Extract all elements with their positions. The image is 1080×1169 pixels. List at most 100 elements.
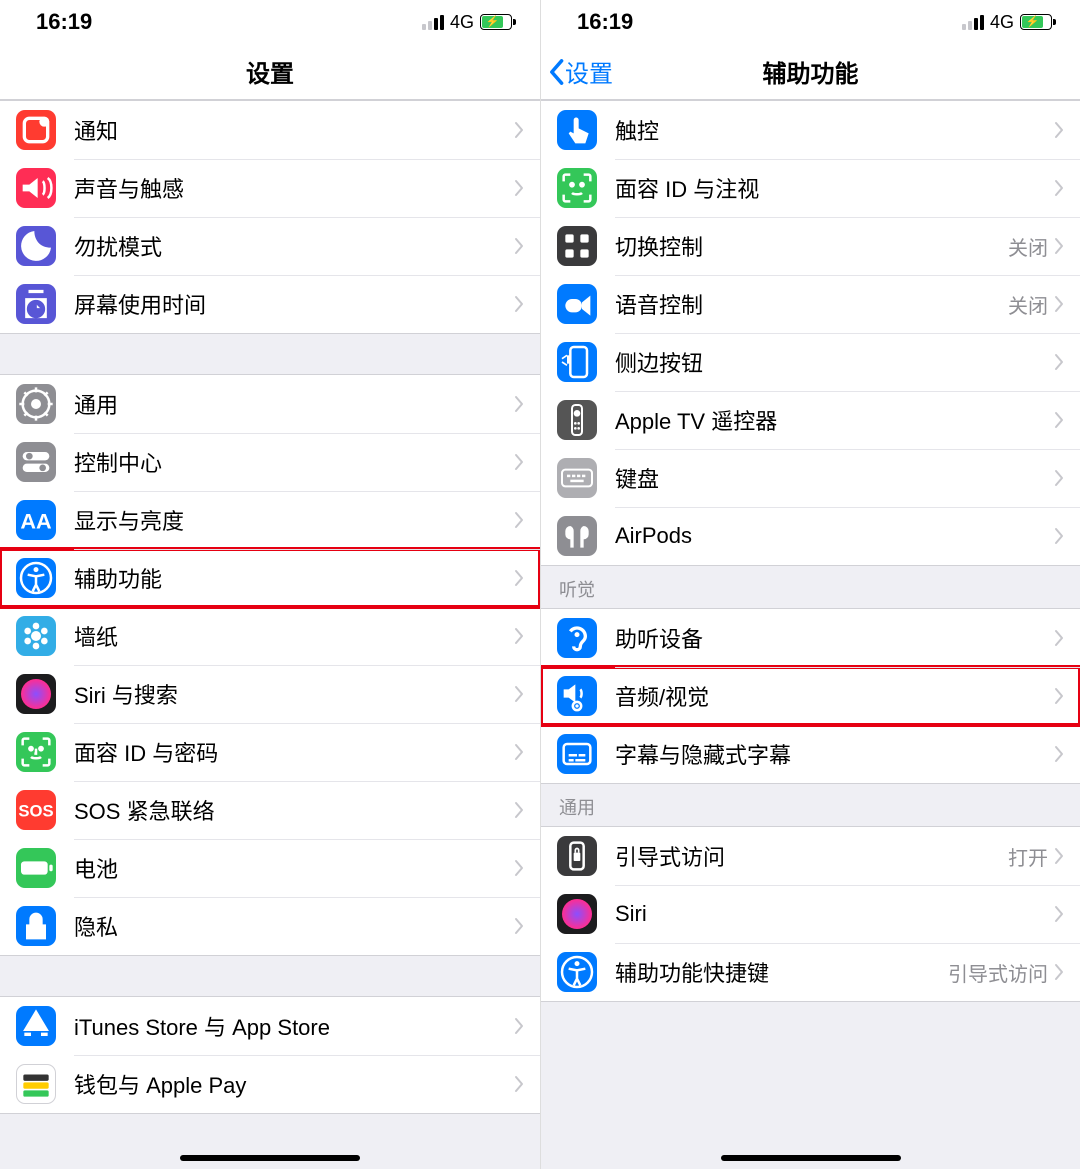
settings-row[interactable]: Apple TV 遥控器	[541, 391, 1080, 449]
row-label: 辅助功能	[74, 562, 514, 594]
settings-row[interactable]: 墙纸	[0, 607, 540, 665]
side-button-icon	[557, 342, 597, 382]
chevron-right-icon	[1054, 295, 1064, 313]
settings-row[interactable]: 面容 ID 与密码	[0, 723, 540, 781]
home-indicator[interactable]	[721, 1155, 901, 1161]
settings-row[interactable]: AirPods	[541, 507, 1080, 565]
group-header-general: 通用	[541, 784, 1080, 826]
apple-tv-remote-icon	[557, 400, 597, 440]
settings-row[interactable]: 控制中心	[0, 433, 540, 491]
row-label: iTunes Store 与 App Store	[74, 1010, 514, 1042]
row-label: 侧边按钮	[615, 346, 1054, 378]
network-label: 4G	[990, 12, 1014, 33]
switch-control-icon	[557, 226, 597, 266]
settings-row[interactable]: 通知	[0, 101, 540, 159]
settings-row[interactable]: Siri 与搜索	[0, 665, 540, 723]
settings-row[interactable]: Siri	[541, 885, 1080, 943]
row-label: 钱包与 Apple Pay	[74, 1068, 514, 1100]
status-time: 16:19	[577, 9, 633, 35]
privacy-icon	[16, 906, 56, 946]
row-label: 语音控制	[615, 288, 1008, 320]
battery-icon: ⚡	[480, 14, 512, 30]
settings-row[interactable]: SOSSOS 紧急联络	[0, 781, 540, 839]
settings-row[interactable]: AA 显示与亮度	[0, 491, 540, 549]
row-label: 屏幕使用时间	[74, 288, 514, 320]
settings-row[interactable]: 辅助功能	[0, 549, 540, 607]
row-label: 勿扰模式	[74, 230, 514, 262]
row-label: 声音与触感	[74, 172, 514, 204]
wallpaper-icon	[16, 616, 56, 656]
row-label: Siri	[615, 901, 1054, 927]
sounds-icon	[16, 168, 56, 208]
row-label: 隐私	[74, 910, 514, 942]
row-label: 字幕与隐藏式字幕	[615, 738, 1054, 770]
svg-text:SOS: SOS	[18, 802, 53, 821]
settings-row[interactable]: iTunes Store 与 App Store	[0, 997, 540, 1055]
row-label: 引导式访问	[615, 840, 1008, 872]
faceid-icon	[16, 732, 56, 772]
chevron-right-icon	[514, 569, 524, 587]
chevron-right-icon	[514, 453, 524, 471]
settings-row[interactable]: 字幕与隐藏式字幕	[541, 725, 1080, 783]
chevron-right-icon	[514, 1075, 524, 1093]
settings-row[interactable]: 隐私	[0, 897, 540, 955]
chevron-right-icon	[514, 1017, 524, 1035]
keyboard-icon	[557, 458, 597, 498]
settings-row[interactable]: 声音与触感	[0, 159, 540, 217]
chevron-right-icon	[1054, 527, 1064, 545]
display-icon: AA	[16, 500, 56, 540]
settings-row[interactable]: 键盘	[541, 449, 1080, 507]
chevron-right-icon	[1054, 469, 1064, 487]
settings-list[interactable]: 通知声音与触感勿扰模式屏幕使用时间 通用控制中心 AA 显示与亮度辅助功能墙纸 Sir…	[0, 100, 540, 1169]
settings-row[interactable]: 钱包与 Apple Pay	[0, 1055, 540, 1113]
chevron-right-icon	[1054, 179, 1064, 197]
audio-visual-icon	[557, 676, 597, 716]
chevron-right-icon	[1054, 121, 1064, 139]
battery-icon	[16, 848, 56, 888]
sos-icon: SOS	[16, 790, 56, 830]
settings-row[interactable]: 面容 ID 与注视	[541, 159, 1080, 217]
row-label: 音频/视觉	[615, 680, 1054, 712]
settings-row[interactable]: 勿扰模式	[0, 217, 540, 275]
settings-row[interactable]: 辅助功能快捷键引导式访问	[541, 943, 1080, 1001]
row-label: Siri 与搜索	[74, 678, 514, 710]
notifications-icon	[16, 110, 56, 150]
do-not-disturb-icon	[16, 226, 56, 266]
settings-row[interactable]: 音频/视觉	[541, 667, 1080, 725]
nav-bar: 设置	[0, 44, 540, 100]
chevron-right-icon	[514, 121, 524, 139]
chevron-right-icon	[1054, 629, 1064, 647]
back-button[interactable]: 设置	[547, 44, 613, 99]
page-title: 设置	[246, 54, 294, 89]
settings-row[interactable]: 触控	[541, 101, 1080, 159]
row-label: 电池	[74, 852, 514, 884]
faceid-attention-icon	[557, 168, 597, 208]
settings-row[interactable]: 屏幕使用时间	[0, 275, 540, 333]
row-label: 面容 ID 与密码	[74, 736, 514, 768]
settings-row[interactable]: 电池	[0, 839, 540, 897]
subtitles-icon	[557, 734, 597, 774]
settings-row[interactable]: 切换控制关闭	[541, 217, 1080, 275]
settings-row[interactable]: 助听设备	[541, 609, 1080, 667]
app-store-icon	[16, 1006, 56, 1046]
home-indicator[interactable]	[180, 1155, 360, 1161]
accessibility-list[interactable]: 触控面容 ID 与注视切换控制关闭语音控制关闭侧边按钮 Apple TV 遥控器键…	[541, 100, 1080, 1169]
row-label: 面容 ID 与注视	[615, 172, 1054, 204]
siri-icon	[16, 674, 56, 714]
settings-row[interactable]: 引导式访问打开	[541, 827, 1080, 885]
settings-row[interactable]: 语音控制关闭	[541, 275, 1080, 333]
airpods-icon	[557, 516, 597, 556]
general-icon	[16, 384, 56, 424]
settings-row[interactable]: 侧边按钮	[541, 333, 1080, 391]
chevron-right-icon	[514, 237, 524, 255]
page-title: 辅助功能	[763, 54, 859, 89]
settings-row[interactable]: 通用	[0, 375, 540, 433]
row-label: 显示与亮度	[74, 504, 514, 536]
status-bar: 16:19 4G ⚡	[541, 0, 1080, 44]
accessibility-icon	[16, 558, 56, 598]
wallet-icon	[16, 1064, 56, 1104]
hearing-devices-icon	[557, 618, 597, 658]
chevron-right-icon	[514, 627, 524, 645]
chevron-right-icon	[514, 917, 524, 935]
row-label: Apple TV 遥控器	[615, 404, 1054, 436]
